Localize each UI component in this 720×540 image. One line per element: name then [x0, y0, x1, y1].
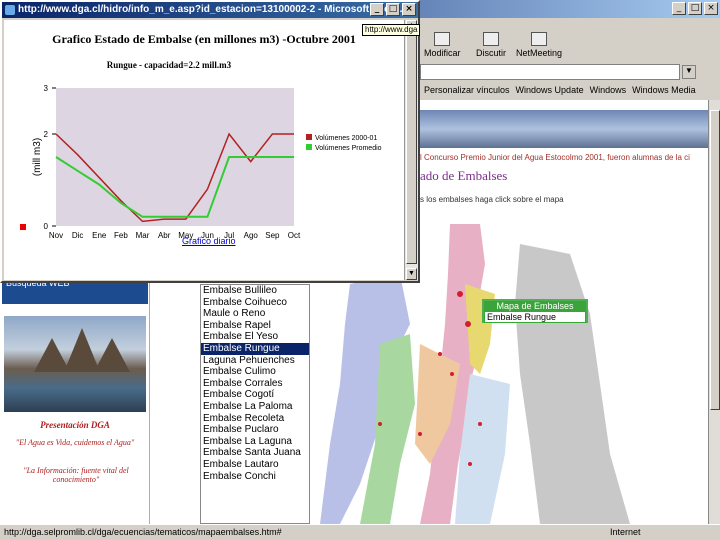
address-input[interactable]: [420, 64, 680, 80]
x-tick-label: Mar: [136, 231, 150, 240]
popup-body: Grafico Estado de Embalse (en millones m…: [4, 20, 404, 280]
go-button[interactable]: [700, 64, 720, 80]
url-tooltip: http://www.dga: [362, 24, 420, 36]
banner-caption[interactable]: l Concurso Premio Junior del Agua Estoco…: [420, 153, 708, 162]
status-bar: http://dga.selpromlib.cl/dga/ecuencias/t…: [0, 524, 720, 540]
chart-popup-window: http://www.dga.cl/hidro/info_m_e.asp?id_…: [0, 0, 420, 283]
link-windows-update[interactable]: Windows Update: [516, 85, 584, 95]
quote-informacion: "La Información: fuente vital del conoci…: [23, 466, 129, 484]
dam-list-item[interactable]: Embalse Conchi: [201, 471, 309, 483]
dam-list-item[interactable]: Embalse Rapel: [201, 320, 309, 332]
popup-titlebar[interactable]: http://www.dga.cl/hidro/info_m_e.asp?id_…: [2, 2, 418, 18]
x-tick-label: Abr: [158, 231, 171, 240]
quote-agua: "El Agua es Vida, cuidemos el Agua": [15, 438, 135, 447]
dam-list-item[interactable]: Embalse Cogotí: [201, 389, 309, 401]
x-tick-label: Nov: [49, 231, 63, 240]
presentacion-link[interactable]: Presentación DGA: [0, 420, 150, 430]
maximize-button[interactable]: □: [688, 2, 702, 15]
legend-swatch: [306, 134, 312, 140]
dam-list-item[interactable]: Embalse Culimo: [201, 366, 309, 378]
x-tick-label: Dic: [72, 231, 84, 240]
section-instructions: s los embalses haga click sobre el mapa: [420, 195, 564, 204]
dam-list-item[interactable]: Embalse La Laguna: [201, 436, 309, 448]
y-tick-label: 3: [44, 84, 49, 93]
dam-list[interactable]: Embalse Bullileo Embalse Coihueco Maule o …: [200, 284, 310, 524]
chart: 023(mill m3)Nov Dic Ene Feb Mar Abr May Jun Jul A…: [32, 84, 382, 240]
y-axis-label: (mill m3): [32, 138, 43, 176]
dam-list-item[interactable]: Embalse Lautaro: [201, 459, 309, 471]
dam-list-item[interactable]: Embalse Rungue: [201, 342, 309, 355]
status-zone: Internet: [610, 527, 641, 537]
popup-minimize-button[interactable]: _: [370, 3, 384, 16]
popup-maximize-button[interactable]: □: [386, 3, 400, 16]
link-windows-media[interactable]: Windows Media: [632, 85, 696, 95]
dam-list-item[interactable]: Laguna Pehuenches: [201, 355, 309, 367]
popup-close-button[interactable]: ×: [402, 3, 416, 16]
dam-list-item[interactable]: Embalse Bullileo: [201, 285, 309, 297]
dam-list-item[interactable]: Maule o Reno: [201, 308, 309, 320]
legend-swatch: [306, 144, 312, 150]
grafico-diario-link[interactable]: Grafico diario: [182, 236, 236, 246]
browser-toolbar: Modificar Discutir NetMeeting: [420, 30, 720, 62]
popup-title: http://www.dga.cl/hidro/info_m_e.asp?id_…: [18, 4, 408, 15]
mountain-peak: [94, 338, 130, 372]
dam-list-item[interactable]: Embalse Corrales: [201, 378, 309, 390]
link-personalizar[interactable]: Personalizar vínculos: [424, 85, 510, 95]
link-windows[interactable]: Windows: [590, 85, 627, 95]
x-tick-label: Ene: [92, 231, 107, 240]
y-tick-label: 0: [44, 222, 49, 231]
address-dropdown-button[interactable]: ▼: [682, 65, 696, 79]
discutir-button[interactable]: Discutir: [476, 32, 506, 58]
mountain-photo: [4, 316, 146, 412]
map-tooltip-item[interactable]: Embalse Rungue: [484, 311, 586, 323]
modificar-button[interactable]: Modificar: [424, 32, 461, 58]
dam-list-item[interactable]: Embalse La Paloma: [201, 401, 309, 413]
legend-label: Volúmenes 2000-01: [315, 135, 377, 142]
dam-list-item[interactable]: Embalse Puclaro: [201, 424, 309, 436]
banner-image: [420, 110, 708, 148]
scrollbar-thumb[interactable]: [710, 110, 720, 410]
minimize-button[interactable]: _: [672, 2, 686, 15]
chart-title: Grafico Estado de Embalse (en millones m…: [52, 32, 356, 46]
discuss-icon: [483, 32, 499, 46]
netmeeting-button[interactable]: NetMeeting: [516, 32, 562, 58]
red-marker: [20, 224, 26, 230]
dam-list-item[interactable]: Embalse Recoleta: [201, 413, 309, 425]
close-button[interactable]: ×: [704, 2, 718, 15]
chart-subtitle: Rungue - capacidad=2.2 mill.m3: [106, 60, 232, 70]
dam-list-item[interactable]: Embalse Santa Juana: [201, 447, 309, 459]
scroll-down-arrow[interactable]: ▼: [406, 268, 417, 280]
popup-scrollbar[interactable]: ▲ ▼: [404, 20, 418, 280]
page-scrollbar[interactable]: [708, 100, 720, 524]
map-tooltip-header: Mapa de Embalses: [484, 301, 586, 311]
y-tick-label: 2: [44, 130, 49, 139]
legend-label: Volúmenes Promedio: [315, 145, 382, 152]
x-tick-label: Feb: [114, 231, 128, 240]
map-tooltip: Mapa de Embalses Embalse Rungue: [482, 299, 588, 323]
ie-icon: [5, 5, 15, 15]
netmeeting-icon: [531, 32, 548, 46]
links-bar: Personalizar vínculos Windows Update Win…: [420, 82, 720, 98]
x-tick-label: Oct: [288, 231, 301, 240]
popup-scrollbar-thumb[interactable]: [406, 34, 417, 264]
dam-list-item[interactable]: Embalse El Yeso: [201, 331, 309, 343]
left-sidebar: Búsqueda WEB Presentación DGA "El Agua e…: [0, 276, 150, 524]
status-url: http://dga.selpromlib.cl/dga/ecuencias/t…: [4, 527, 282, 537]
x-tick-label: Sep: [265, 231, 280, 240]
address-bar: ▼: [420, 64, 720, 80]
section-title: ado de Embalses: [420, 168, 508, 183]
dam-list-item[interactable]: Embalse Coihueco: [201, 297, 309, 309]
x-tick-label: Ago: [244, 231, 259, 240]
edit-icon: [434, 32, 451, 46]
